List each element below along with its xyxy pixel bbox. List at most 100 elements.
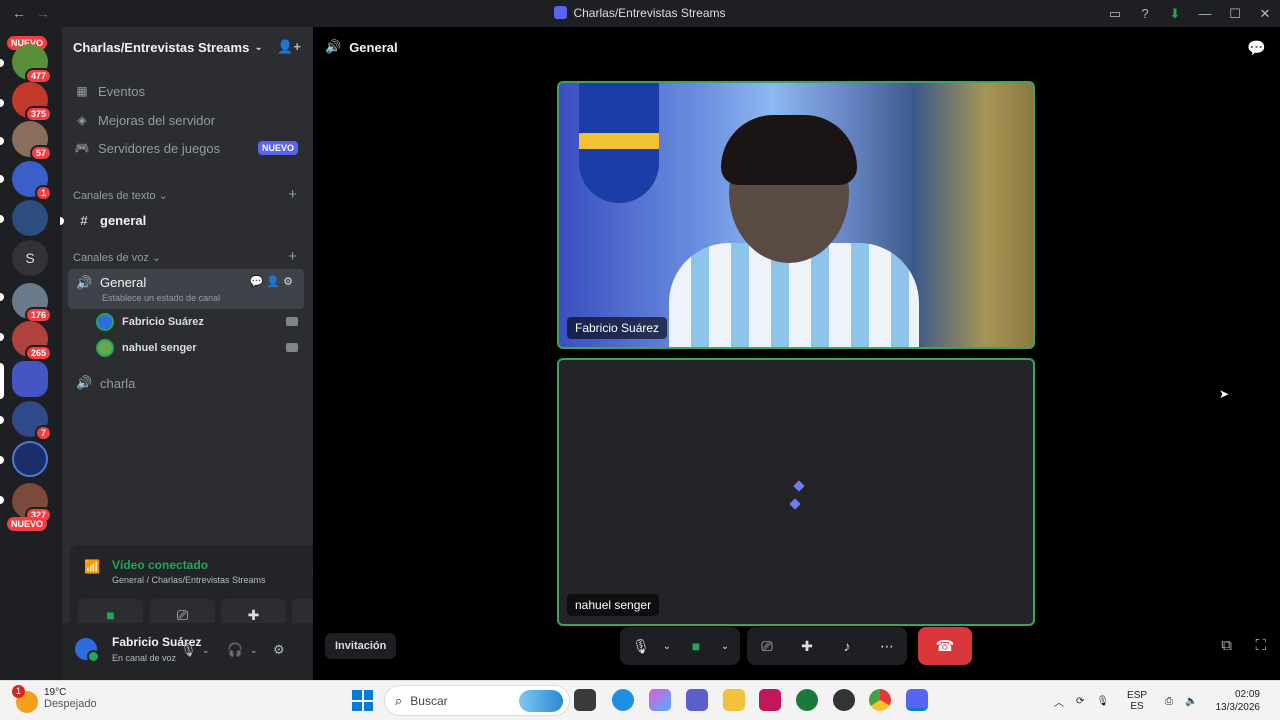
chrome-icon[interactable] bbox=[869, 689, 891, 711]
activity-controls: ⎚ ✚ ♪ ⋯ bbox=[747, 627, 907, 665]
settings-gear-icon[interactable]: ⚙ bbox=[273, 642, 285, 658]
start-button[interactable] bbox=[352, 690, 373, 711]
nav-game-servers[interactable]: 🎮 Servidores de juegos NUEVO bbox=[74, 136, 304, 160]
edge-icon[interactable] bbox=[612, 689, 634, 711]
server-icon[interactable] bbox=[12, 200, 48, 236]
server-icon[interactable]: 7 bbox=[12, 401, 52, 441]
taskbar-search[interactable]: ⌕ Buscar bbox=[384, 685, 570, 716]
participant-name-tag: nahuel senger bbox=[567, 594, 660, 616]
activities-icon[interactable]: ✚ bbox=[787, 627, 827, 665]
channel-status-hint[interactable]: Establece un estado de canal bbox=[102, 293, 220, 303]
download-icon[interactable]: ⬇ bbox=[1160, 6, 1190, 22]
participant-name-tag: Fabricio Suárez bbox=[567, 317, 668, 339]
channel-general-voice[interactable]: 🔊 General Establece un estado de canal 💬👤… bbox=[68, 269, 304, 309]
channel-sidebar: Charlas/Entrevistas Streams ⌄ 👤+ ▦ Eventos… bbox=[60, 27, 367, 680]
user-avatar[interactable] bbox=[73, 636, 100, 663]
microphone-icon[interactable]: 🎙 bbox=[180, 642, 197, 658]
boost-icon: ◈ bbox=[77, 113, 87, 127]
task-view-icon[interactable] bbox=[574, 689, 596, 711]
chevron-down-icon[interactable]: ⌄ bbox=[716, 627, 734, 665]
language-indicator[interactable]: ESP ES bbox=[1121, 690, 1153, 712]
add-channel-icon[interactable]: + bbox=[288, 248, 297, 265]
chevron-down-icon[interactable]: ⌄ bbox=[658, 627, 676, 665]
voice-user-name: nahuel senger bbox=[122, 342, 197, 354]
invite-people-icon[interactable]: 👤+ bbox=[277, 39, 301, 55]
close-button[interactable]: ✕ bbox=[1250, 6, 1280, 22]
video-tile-nahuel[interactable]: nahuel senger bbox=[557, 358, 1035, 626]
microphone-icon[interactable]: 🎙 bbox=[624, 627, 658, 665]
screen-share-icon[interactable]: ⎚ bbox=[747, 627, 787, 665]
channel-name: charla bbox=[100, 375, 136, 391]
clock[interactable]: 02:09 13/3/2026 bbox=[1210, 688, 1267, 714]
nav-server-boosts[interactable]: ◈ Mejoras del servidor bbox=[74, 108, 304, 132]
new-badge: NUEVO bbox=[7, 517, 48, 531]
chevron-up-icon[interactable]: ︿ bbox=[1054, 694, 1064, 709]
channel-actions[interactable]: 💬👤⚙ bbox=[250, 275, 296, 288]
chat-bubble-icon[interactable]: 💬 bbox=[1247, 39, 1266, 57]
server-icon[interactable] bbox=[12, 441, 48, 477]
help-icon[interactable]: ? bbox=[1130, 6, 1160, 21]
category-label: Canales de texto bbox=[73, 190, 156, 202]
category-text-channels[interactable]: Canales de texto ⌄ + bbox=[73, 186, 303, 203]
server-icon[interactable]: 57 bbox=[12, 121, 52, 161]
unread-pill bbox=[0, 293, 4, 301]
chevron-down-icon[interactable]: ⌄ bbox=[202, 645, 210, 656]
microphone-icon[interactable]: 🎙 bbox=[1096, 696, 1109, 707]
call-channel-name: General bbox=[349, 39, 398, 55]
more-options-icon[interactable]: ⋯ bbox=[867, 627, 907, 665]
voice-user-fabricio[interactable]: Fabricio Suárez bbox=[96, 310, 304, 334]
nav-label: Eventos bbox=[98, 83, 145, 99]
app-icon[interactable] bbox=[759, 689, 781, 711]
chevron-down-icon[interactable]: ⌄ bbox=[250, 645, 258, 656]
discord-icon[interactable] bbox=[906, 689, 928, 711]
server-icon[interactable]: S bbox=[12, 240, 48, 276]
server-icon[interactable]: 176 bbox=[12, 283, 52, 323]
lang-code: ESP bbox=[1127, 690, 1148, 701]
hash-icon: # bbox=[80, 212, 88, 228]
soundboard-icon[interactable]: ♪ bbox=[827, 627, 867, 665]
invite-button[interactable]: Invitación bbox=[325, 633, 397, 659]
voice-user-nahuel[interactable]: nahuel senger bbox=[96, 336, 304, 360]
video-tile-fabricio[interactable]: Fabricio Suárez bbox=[557, 81, 1035, 349]
signal-icon[interactable]: 📶 bbox=[84, 559, 100, 575]
speaker-icon: 🔊 bbox=[325, 39, 342, 54]
server-icon-active[interactable] bbox=[12, 361, 48, 397]
file-explorer-icon[interactable] bbox=[723, 689, 745, 711]
server-icon[interactable]: 327 bbox=[12, 483, 52, 523]
sync-icon[interactable]: ⟳ bbox=[1076, 696, 1084, 707]
network-icon[interactable]: ⎙ bbox=[1165, 696, 1173, 707]
channel-charla-voice[interactable]: 🔊 charla bbox=[68, 367, 304, 399]
voice-location[interactable]: General / Charlas/Entrevistas Streams bbox=[112, 575, 266, 585]
popout-icon[interactable]: ⧉ bbox=[1221, 637, 1232, 654]
category-voice-channels[interactable]: Canales de voz ⌄ + bbox=[73, 248, 303, 265]
end-call-button[interactable]: ☎ bbox=[918, 627, 972, 665]
nav-events[interactable]: ▦ Eventos bbox=[74, 79, 304, 103]
server-icon[interactable]: 265 bbox=[12, 321, 52, 361]
calendar-icon: ▦ bbox=[76, 84, 88, 98]
unread-pill bbox=[0, 99, 4, 107]
app-icon[interactable] bbox=[796, 689, 818, 711]
volume-icon[interactable]: 🔈 bbox=[1185, 696, 1197, 707]
headphones-icon[interactable]: 🎧 bbox=[227, 642, 243, 658]
obs-icon[interactable] bbox=[833, 689, 855, 711]
server-icon[interactable]: 1 bbox=[12, 161, 52, 201]
speaker-icon: 🔊 bbox=[76, 275, 93, 290]
camera-icon[interactable]: ■ bbox=[676, 627, 716, 665]
channel-general-text[interactable]: # general bbox=[68, 204, 304, 236]
avatar bbox=[96, 339, 114, 357]
fullscreen-icon[interactable]: ⛶ bbox=[1255, 637, 1266, 654]
weather-widget[interactable]: 1 19°C Despejado bbox=[12, 685, 97, 713]
taskbar: 1 19°C Despejado ⌕ Buscar ︿ ⟳ 🎙 ESP ES ⎙ 🔈… bbox=[0, 680, 1280, 720]
media-controls: 🎙 ⌄ ■ ⌄ bbox=[620, 627, 740, 665]
server-icon[interactable]: 477 bbox=[12, 44, 52, 84]
minimize-button[interactable]: — bbox=[1190, 6, 1220, 21]
category-label: Canales de voz bbox=[73, 252, 149, 264]
copilot-icon[interactable] bbox=[649, 689, 671, 711]
teams-icon[interactable] bbox=[686, 689, 708, 711]
maximize-button[interactable]: ☐ bbox=[1220, 6, 1250, 22]
server-icon[interactable]: 375 bbox=[12, 82, 52, 122]
server-header[interactable]: Charlas/Entrevistas Streams ⌄ 👤+ bbox=[62, 27, 313, 67]
add-channel-icon[interactable]: + bbox=[288, 186, 297, 203]
inbox-icon[interactable]: ▭ bbox=[1100, 6, 1130, 22]
search-icon: ⌕ bbox=[395, 692, 403, 708]
